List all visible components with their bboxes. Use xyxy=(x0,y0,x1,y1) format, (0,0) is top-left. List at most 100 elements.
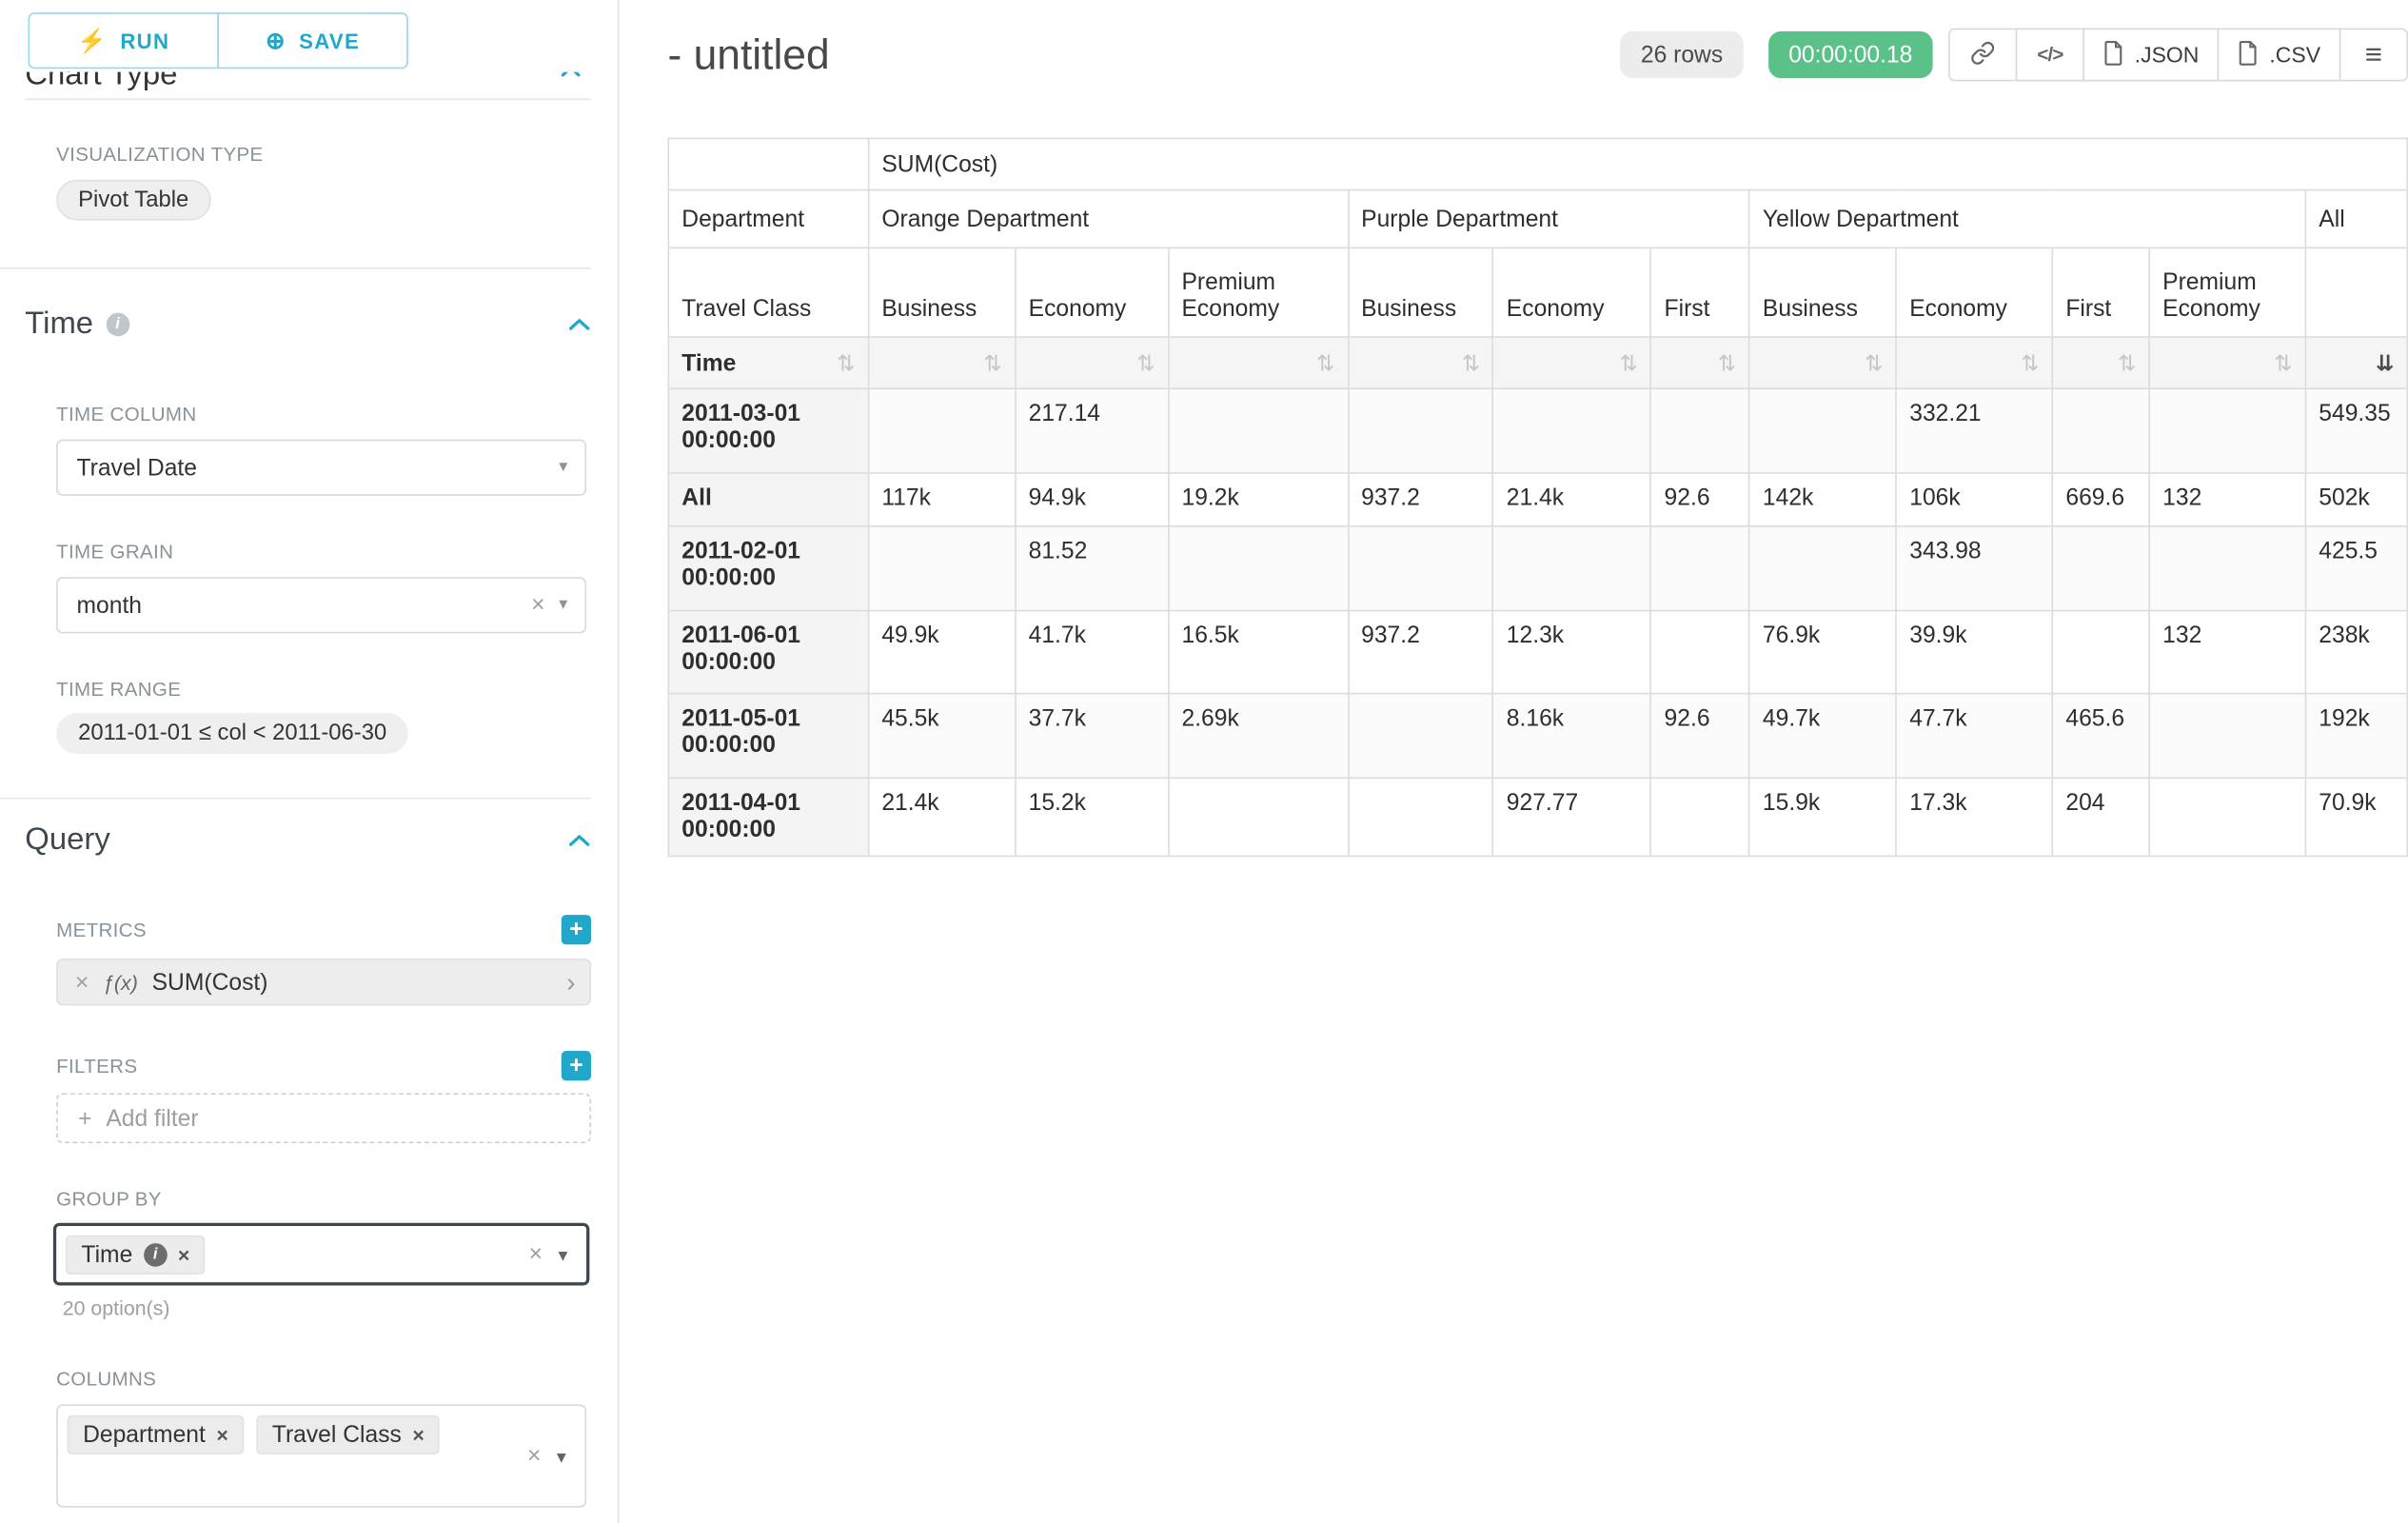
copy-link-button[interactable] xyxy=(1948,29,2017,82)
chevron-up-icon[interactable] xyxy=(560,72,582,89)
code-icon: </> xyxy=(2037,44,2063,66)
visualization-type-value[interactable]: Pivot Table xyxy=(56,180,210,221)
group-by-options-hint: 20 option(s) xyxy=(63,1296,618,1320)
caret-down-icon[interactable]: ▾ xyxy=(559,597,567,614)
sort-icon[interactable]: ⇅ xyxy=(837,352,855,374)
value-cell xyxy=(1348,694,1493,779)
group-by-tags: Timei× xyxy=(56,1226,586,1282)
caret-down-icon[interactable]: ▾ xyxy=(559,459,567,476)
sort-icon[interactable]: ⇅ xyxy=(1316,352,1334,374)
sort-icon[interactable]: ⇅ xyxy=(1462,352,1480,374)
time-column-select[interactable]: Travel Date ▾ xyxy=(56,440,586,496)
clear-icon[interactable]: × xyxy=(531,593,544,617)
table-row: 2011-05-01 00:00:0045.5k37.7k2.69k8.16k9… xyxy=(668,694,2407,779)
time-grain-select[interactable]: month × ▾ xyxy=(56,577,586,633)
function-icon: ƒ(x) xyxy=(103,970,138,994)
metric-header-row: SUM(Cost) xyxy=(668,138,2407,189)
travel-class-header: Economy xyxy=(1896,247,2052,337)
plus-icon: + xyxy=(78,1105,91,1132)
sort-icon[interactable]: ⇅ xyxy=(1865,352,1883,374)
row-label: All xyxy=(668,473,868,526)
sort-icon[interactable]: ⇅ xyxy=(983,352,1001,374)
value-cell: 45.5k xyxy=(868,694,1015,779)
sort-icon[interactable]: ⇅ xyxy=(2021,352,2039,374)
export-csv-label: .CSV xyxy=(2269,42,2320,67)
value-cell: 217.14 xyxy=(1016,388,1169,473)
select-tag[interactable]: Timei× xyxy=(66,1235,206,1274)
value-cell xyxy=(1169,388,1349,473)
travel-class-header: Premium Economy xyxy=(1169,247,1349,337)
travel-class-header: Premium Economy xyxy=(2149,247,2305,337)
clear-icon[interactable]: × xyxy=(529,1242,543,1266)
view-query-button[interactable]: </> xyxy=(2016,29,2084,82)
sort-desc-icon[interactable]: ⇊ xyxy=(2376,352,2394,374)
value-cell: 106k xyxy=(1896,473,2052,526)
columns-tags: Department× Travel Class× xyxy=(58,1406,585,1457)
value-cell: 238k xyxy=(2305,611,2407,694)
more-options-button[interactable]: ≡ xyxy=(2339,29,2408,82)
table-row: 2011-03-01 00:00:00217.14332.21549.35 xyxy=(668,388,2407,473)
value-cell: 132 xyxy=(2149,473,2305,526)
link-icon xyxy=(1970,40,1995,69)
department-group-header: Yellow Department xyxy=(1749,190,2305,248)
remove-tag-icon[interactable]: × xyxy=(412,1425,424,1445)
travel-class-header: First xyxy=(1651,247,1749,337)
value-cell xyxy=(1749,388,1896,473)
travel-class-header: First xyxy=(2052,247,2149,337)
caret-down-icon[interactable]: ▾ xyxy=(558,1245,567,1264)
department-group-header: Purple Department xyxy=(1348,190,1749,248)
value-cell xyxy=(2149,778,2305,856)
select-tag[interactable]: Department× xyxy=(68,1415,245,1454)
bolt-icon: ⚡ xyxy=(77,29,108,52)
department-group-header: All xyxy=(2305,190,2407,248)
explore-view: ⚡ RUN ⊕ SAVE Chart Type VISUALIZATION TY… xyxy=(0,0,2408,1523)
value-cell xyxy=(1493,526,1651,611)
value-cell xyxy=(1493,388,1651,473)
add-metric-button[interactable]: + xyxy=(562,915,591,944)
sort-icon[interactable]: ⇅ xyxy=(1136,352,1155,374)
value-cell: 92.6 xyxy=(1651,473,1749,526)
value-cell xyxy=(1169,526,1349,611)
export-json-button[interactable]: .JSON xyxy=(2082,29,2219,82)
value-cell xyxy=(868,388,1015,473)
chevron-right-icon[interactable]: › xyxy=(566,969,575,996)
collapse-query-icon[interactable] xyxy=(567,833,591,847)
value-cell xyxy=(1651,611,1749,694)
value-cell: 92.6 xyxy=(1651,694,1749,779)
add-filter-placeholder[interactable]: + Add filter xyxy=(56,1093,591,1143)
value-cell xyxy=(1651,778,1749,856)
collapse-time-icon[interactable] xyxy=(567,317,591,331)
caret-down-icon[interactable]: ▾ xyxy=(557,1447,566,1466)
value-cell: 21.4k xyxy=(868,778,1015,856)
remove-tag-icon[interactable]: × xyxy=(216,1425,227,1445)
save-button[interactable]: ⊕ SAVE xyxy=(217,12,407,69)
value-cell xyxy=(2149,694,2305,779)
value-cell xyxy=(1651,388,1749,473)
select-tag[interactable]: Travel Class× xyxy=(256,1415,440,1454)
remove-tag-icon[interactable]: × xyxy=(178,1244,189,1264)
sort-icon[interactable]: ⇅ xyxy=(1619,352,1637,374)
columns-select[interactable]: Department× Travel Class× × ▾ xyxy=(56,1404,586,1507)
run-button-label: RUN xyxy=(120,29,169,52)
sort-icon[interactable]: ⇅ xyxy=(1718,352,1736,374)
time-range-value[interactable]: 2011-01-01 ≤ col < 2011-06-30 xyxy=(56,713,408,754)
value-cell: 47.7k xyxy=(1896,694,2052,779)
value-cell: 132 xyxy=(2149,611,2305,694)
value-cell: 19.2k xyxy=(1169,473,1349,526)
visualization-type-label: VISUALIZATION TYPE xyxy=(56,144,618,166)
add-filter-button[interactable]: + xyxy=(562,1051,591,1080)
group-by-select[interactable]: Timei× × ▾ xyxy=(53,1223,590,1286)
clear-icon[interactable]: × xyxy=(527,1444,541,1468)
sort-icon[interactable]: ⇅ xyxy=(2118,352,2136,374)
run-button[interactable]: ⚡ RUN xyxy=(29,12,219,69)
metric-option[interactable]: × ƒ(x) SUM(Cost) › xyxy=(56,959,591,1005)
time-range-label: TIME RANGE xyxy=(56,679,618,701)
results-toolbar: 26 rows 00:00:00.18 </> xyxy=(1621,29,2408,82)
export-csv-button[interactable]: .CSV xyxy=(2218,29,2340,82)
value-cell xyxy=(2052,611,2149,694)
file-icon xyxy=(2239,40,2259,69)
remove-metric-icon[interactable]: × xyxy=(75,970,89,994)
metrics-label: METRICS xyxy=(56,919,147,940)
row-label: 2011-03-01 00:00:00 xyxy=(668,388,868,473)
sort-icon[interactable]: ⇅ xyxy=(2274,352,2292,374)
